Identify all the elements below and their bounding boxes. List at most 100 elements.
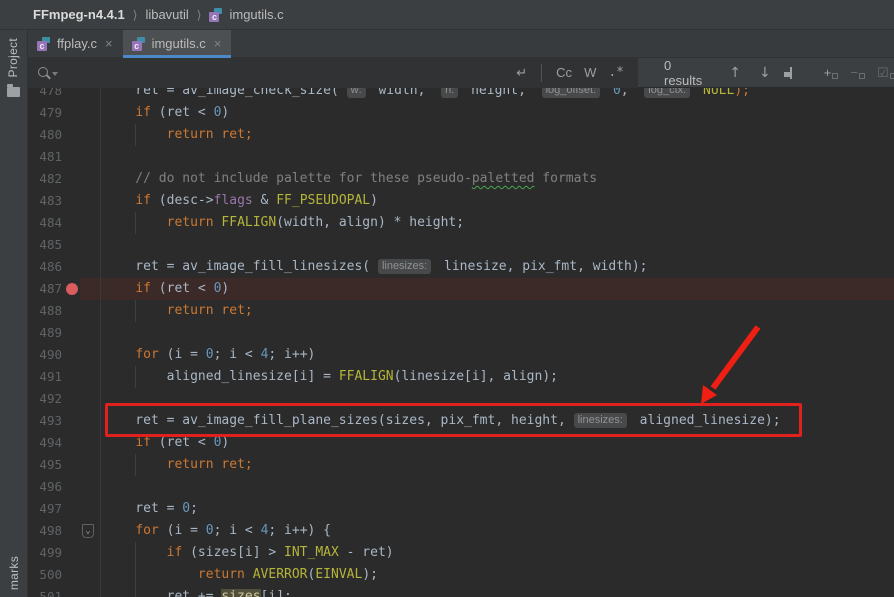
fold-marker-icon[interactable]: ⌄	[82, 524, 94, 538]
code-line-489[interactable]: 489	[28, 322, 894, 344]
code-line-497[interactable]: 497 ret = 0;	[28, 498, 894, 520]
code-line-482[interactable]: 482 // do not include palette for these …	[28, 168, 894, 190]
gutter-marker-column[interactable]	[80, 88, 100, 102]
line-number[interactable]: 485	[28, 234, 80, 256]
line-number[interactable]: 484	[28, 212, 80, 234]
tab-imgutils[interactable]: c imgutils.c ×	[123, 30, 232, 57]
line-number[interactable]: 496	[28, 476, 80, 498]
code-text[interactable]: return ret;	[100, 300, 894, 322]
code-text[interactable]: if (desc->flags & FF_PSEUDOPAL)	[100, 190, 894, 212]
line-number[interactable]: 497	[28, 498, 80, 520]
gutter-marker-column[interactable]	[80, 124, 100, 146]
tool-window-project[interactable]: Project	[6, 38, 20, 97]
code-line-500[interactable]: 500 return AVERROR(EINVAL);	[28, 564, 894, 586]
code-text[interactable]: return FFALIGN(width, align) * height;	[100, 212, 894, 234]
code-text[interactable]: for (i = 0; i < 4; i++) {	[100, 520, 894, 542]
code-text[interactable]: ret += sizes[i];	[100, 586, 894, 597]
bookmarks-tool-label[interactable]: marks	[7, 556, 21, 590]
code-text[interactable]: ret = av_image_fill_linesizes( linesizes…	[100, 256, 894, 278]
gutter-marker-column[interactable]	[80, 300, 100, 322]
line-number[interactable]: 487	[28, 278, 80, 300]
line-number[interactable]: 481	[28, 146, 80, 168]
gutter-marker-column[interactable]	[80, 102, 100, 124]
tool-window-bookmarks[interactable]: marks	[7, 556, 21, 595]
line-number[interactable]: 495	[28, 454, 80, 476]
gutter-marker-column[interactable]	[80, 212, 100, 234]
code-text[interactable]	[100, 146, 894, 168]
breadcrumb-folder[interactable]: libavutil	[145, 7, 188, 22]
select-all-occurrences-icon[interactable]	[790, 67, 792, 79]
line-number[interactable]: 488	[28, 300, 80, 322]
code-editor[interactable]: 478 ret = av_image_check_size( w: width,…	[28, 88, 894, 597]
code-text[interactable]	[100, 476, 894, 498]
tab-ffplay[interactable]: c ffplay.c ×	[28, 30, 123, 57]
breadcrumb-project[interactable]: FFmpeg-n4.4.1	[33, 7, 125, 22]
code-line-499[interactable]: 499 if (sizes[i] > INT_MAX - ret)	[28, 542, 894, 564]
newline-toggle-icon[interactable]: ↵	[510, 65, 533, 81]
code-text[interactable]: ret = av_image_check_size( w: width, h: …	[100, 88, 894, 102]
search-field[interactable]: ↵ Cc W .*	[28, 58, 638, 88]
code-text[interactable]: if (ret < 0)	[100, 278, 894, 300]
code-text[interactable]: for (i = 0; i < 4; i++)	[100, 344, 894, 366]
tab-label[interactable]: imgutils.c	[152, 36, 206, 51]
code-text[interactable]: // do not include palette for these pseu…	[100, 168, 894, 190]
tab-label[interactable]: ffplay.c	[57, 36, 97, 51]
line-number[interactable]: 480	[28, 124, 80, 146]
code-line-498[interactable]: 498⌄ for (i = 0; i < 4; i++) {	[28, 520, 894, 542]
gutter-marker-column[interactable]	[80, 586, 100, 597]
line-number[interactable]: 483	[28, 190, 80, 212]
code-line-494[interactable]: 494 if (ret < 0)	[28, 432, 894, 454]
gutter-marker-column[interactable]	[80, 278, 100, 300]
code-line-481[interactable]: 481	[28, 146, 894, 168]
line-number[interactable]: 486	[28, 256, 80, 278]
gutter-marker-column[interactable]	[80, 476, 100, 498]
gutter-marker-column[interactable]	[80, 388, 100, 410]
code-text[interactable]: return AVERROR(EINVAL);	[100, 564, 894, 586]
tab-close-icon[interactable]: ×	[105, 36, 113, 51]
gutter-marker-column[interactable]	[80, 256, 100, 278]
code-line-485[interactable]: 485	[28, 234, 894, 256]
gutter-marker-column[interactable]	[80, 432, 100, 454]
code-text[interactable]: aligned_linesize[i] = FFALIGN(linesize[i…	[100, 366, 894, 388]
code-text[interactable]: if (ret < 0)	[100, 432, 894, 454]
gutter-marker-column[interactable]	[80, 322, 100, 344]
code-line-501[interactable]: 501 ret += sizes[i];	[28, 586, 894, 597]
code-text[interactable]: ret = 0;	[100, 498, 894, 520]
line-number[interactable]: 482	[28, 168, 80, 190]
line-number[interactable]: 493	[28, 410, 80, 432]
gutter-marker-column[interactable]	[80, 344, 100, 366]
filter-occurrence-icon[interactable]: ☑	[871, 65, 894, 81]
add-occurrence-icon[interactable]: +	[818, 65, 845, 80]
code-line-492[interactable]: 492	[28, 388, 894, 410]
tab-close-icon[interactable]: ×	[214, 36, 222, 51]
line-number[interactable]: 489	[28, 322, 80, 344]
code-text[interactable]	[100, 388, 894, 410]
code-line-493[interactable]: 493 ret = av_image_fill_plane_sizes(size…	[28, 410, 894, 432]
gutter-marker-column[interactable]	[80, 498, 100, 520]
search-icon[interactable]	[36, 65, 52, 81]
code-text[interactable]: return ret;	[100, 124, 894, 146]
gutter-marker-column[interactable]	[80, 366, 100, 388]
line-number[interactable]: 490	[28, 344, 80, 366]
code-text[interactable]: if (sizes[i] > INT_MAX - ret)	[100, 542, 894, 564]
code-text[interactable]: if (ret < 0)	[100, 102, 894, 124]
code-line-488[interactable]: 488 return ret;	[28, 300, 894, 322]
gutter-marker-column[interactable]	[80, 410, 100, 432]
code-text[interactable]	[100, 322, 894, 344]
code-line-490[interactable]: 490 for (i = 0; i < 4; i++)	[28, 344, 894, 366]
regex-toggle[interactable]: .*	[602, 65, 630, 80]
line-number[interactable]: 498	[28, 520, 80, 542]
line-number[interactable]: 492	[28, 388, 80, 410]
line-number[interactable]: 491	[28, 366, 80, 388]
line-number[interactable]: 499	[28, 542, 80, 564]
words-toggle[interactable]: W	[578, 65, 602, 80]
code-text[interactable]	[100, 234, 894, 256]
code-line-484[interactable]: 484 return FFALIGN(width, align) * heigh…	[28, 212, 894, 234]
code-line-478[interactable]: 478 ret = av_image_check_size( w: width,…	[28, 88, 894, 102]
code-text[interactable]: ret = av_image_fill_plane_sizes(sizes, p…	[100, 410, 894, 432]
code-text[interactable]: return ret;	[100, 454, 894, 476]
line-number[interactable]: 500	[28, 564, 80, 586]
match-case-toggle[interactable]: Cc	[550, 65, 578, 80]
gutter-marker-column[interactable]	[80, 454, 100, 476]
gutter-marker-column[interactable]	[80, 168, 100, 190]
